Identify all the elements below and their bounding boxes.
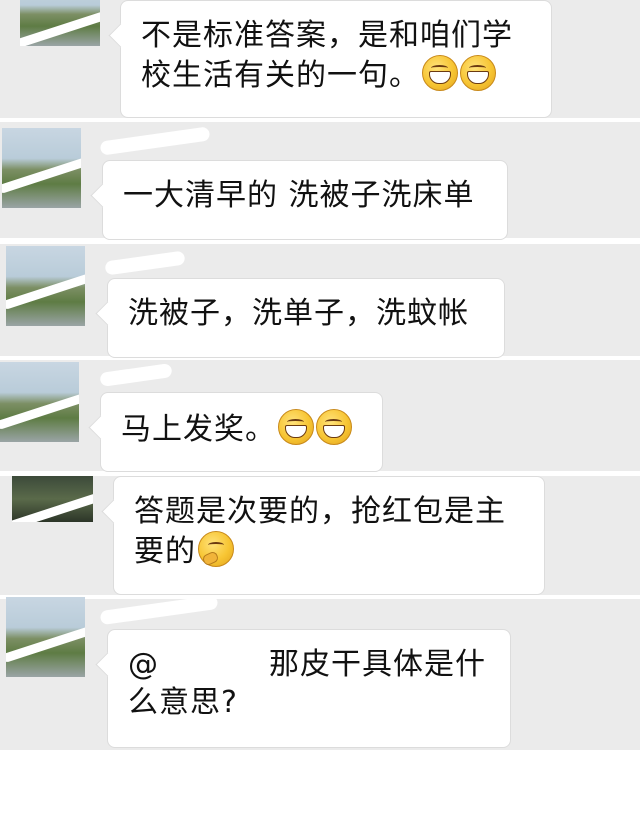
- message-text: 不是标准答案，是和咱们学校生活有关的一句。: [141, 18, 513, 93]
- message-bubble[interactable]: 不是标准答案，是和咱们学校生活有关的一句。: [120, 0, 552, 118]
- avatar-redaction: [6, 615, 85, 664]
- grinning-face-icon: [316, 409, 352, 445]
- message-bubble[interactable]: @ 那皮干具体是什么意思?: [107, 629, 511, 748]
- avatar[interactable]: [0, 362, 79, 442]
- sender-name-redacted: [104, 250, 186, 276]
- sender-name-redacted: [99, 594, 219, 626]
- message-text: 一大清早的 洗被子洗床单: [123, 178, 475, 213]
- message-row: 答题是次要的，抢红包是主要的: [0, 476, 640, 595]
- avatar[interactable]: [2, 128, 81, 208]
- message-bubble[interactable]: 一大清早的 洗被子洗床单: [102, 160, 508, 240]
- message-row: 洗被子，洗单子，洗蚊帐: [0, 244, 640, 358]
- avatar-redaction: [0, 382, 79, 431]
- avatar[interactable]: [20, 0, 100, 46]
- avatar-redaction: [2, 146, 81, 195]
- mention-at: @: [128, 647, 159, 682]
- message-bubble[interactable]: 答题是次要的，抢红包是主要的: [113, 476, 545, 595]
- grinning-face-icon: [278, 409, 314, 445]
- message-row: 马上发奖。: [0, 360, 640, 472]
- message-text: 答题是次要的，抢红包是主要的: [134, 494, 506, 569]
- message-bubble[interactable]: 马上发奖。: [100, 392, 383, 472]
- message-text: 马上发奖。: [121, 412, 276, 447]
- message-text: 洗被子，洗单子，洗蚊帐: [128, 296, 469, 331]
- sender-name-redacted: [99, 126, 211, 156]
- avatar-redaction: [12, 482, 93, 522]
- avatar-redaction: [20, 0, 100, 46]
- avatar[interactable]: [6, 597, 85, 677]
- message-row: 不是标准答案，是和咱们学校生活有关的一句。: [0, 0, 640, 118]
- thinking-face-icon: [198, 531, 234, 567]
- message-bubble[interactable]: 洗被子，洗单子，洗蚊帐: [107, 278, 505, 358]
- message-row: @ 那皮干具体是什么意思?: [0, 594, 640, 750]
- avatar[interactable]: [12, 476, 93, 522]
- mention-name-redacted: [159, 654, 269, 676]
- grinning-face-icon: [422, 55, 458, 91]
- message-row: 一大清早的 洗被子洗床单: [0, 122, 640, 240]
- avatar[interactable]: [6, 246, 85, 326]
- sender-name-redacted: [99, 363, 173, 387]
- grinning-face-icon: [460, 55, 496, 91]
- avatar-redaction: [6, 262, 85, 311]
